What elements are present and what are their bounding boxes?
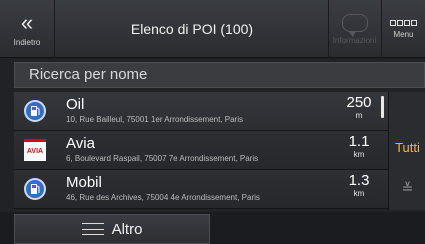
back-button[interactable]: « Indietro [0, 0, 55, 58]
collapse-icon[interactable]: ≚ [389, 180, 425, 197]
mobil-brand-icon [24, 178, 46, 200]
poi-address: 46, Rue des Archives, 75004 4e Arrondiss… [66, 193, 260, 202]
poi-distance: 250 m [342, 94, 376, 121]
distance-unit: km [353, 189, 365, 198]
distance-value: 250 [346, 94, 372, 111]
list-scrollbar[interactable] [381, 96, 384, 118]
poi-address: 6, Boulevard Raspail, 75007 7e Arrondiss… [66, 154, 259, 163]
menu-icon [390, 19, 417, 26]
oil-brand-icon [24, 100, 46, 122]
speech-bubble-icon [341, 13, 368, 37]
bottom-bar: Altro [0, 212, 425, 244]
distance-unit: m [355, 111, 363, 120]
tutti-button[interactable]: Tutti [389, 140, 425, 155]
distance-value: 1.3 [348, 172, 370, 189]
poi-distance: 1.1 km [342, 133, 376, 160]
poi-name: Avia [66, 135, 95, 152]
poi-address: 10, Rue Bailleul, 75001 1er Arrondisseme… [66, 115, 243, 124]
back-chevron-icon: « [20, 9, 34, 35]
info-label: Informazioni [332, 35, 377, 45]
poi-name: Mobil [66, 174, 102, 191]
poi-list-screen: « Indietro Elenco di POI (100) Informazi… [0, 0, 425, 244]
avia-brand-icon: AVIA [24, 139, 46, 161]
menu-label: Menu [393, 29, 414, 39]
page-title: Elenco di POI (100) [130, 21, 254, 37]
list-item[interactable]: Mobil 46, Rue des Archives, 75004 4e Arr… [14, 170, 388, 209]
poi-distance: 1.3 km [342, 172, 376, 199]
menu-button[interactable]: Menu [381, 0, 425, 58]
altro-label: Altro [111, 220, 143, 238]
search-input[interactable]: Ricerca per nome [14, 62, 425, 88]
poi-name: Oil [66, 96, 85, 113]
side-panel: Tutti ≚ [388, 92, 425, 210]
info-button[interactable]: Informazioni [328, 0, 380, 58]
altro-button[interactable]: Altro [14, 214, 210, 244]
header-bar: « Indietro Elenco di POI (100) Informazi… [0, 0, 425, 58]
list-lines-icon [81, 223, 104, 235]
distance-value: 1.1 [348, 133, 370, 150]
poi-list: Oil 10, Rue Bailleul, 75001 1er Arrondis… [14, 92, 388, 210]
distance-unit: km [353, 150, 365, 159]
list-item[interactable]: Oil 10, Rue Bailleul, 75001 1er Arrondis… [14, 92, 388, 131]
list-item[interactable]: AVIA Avia 6, Boulevard Raspail, 75007 7e… [14, 131, 388, 170]
back-label: Indietro [13, 37, 41, 47]
